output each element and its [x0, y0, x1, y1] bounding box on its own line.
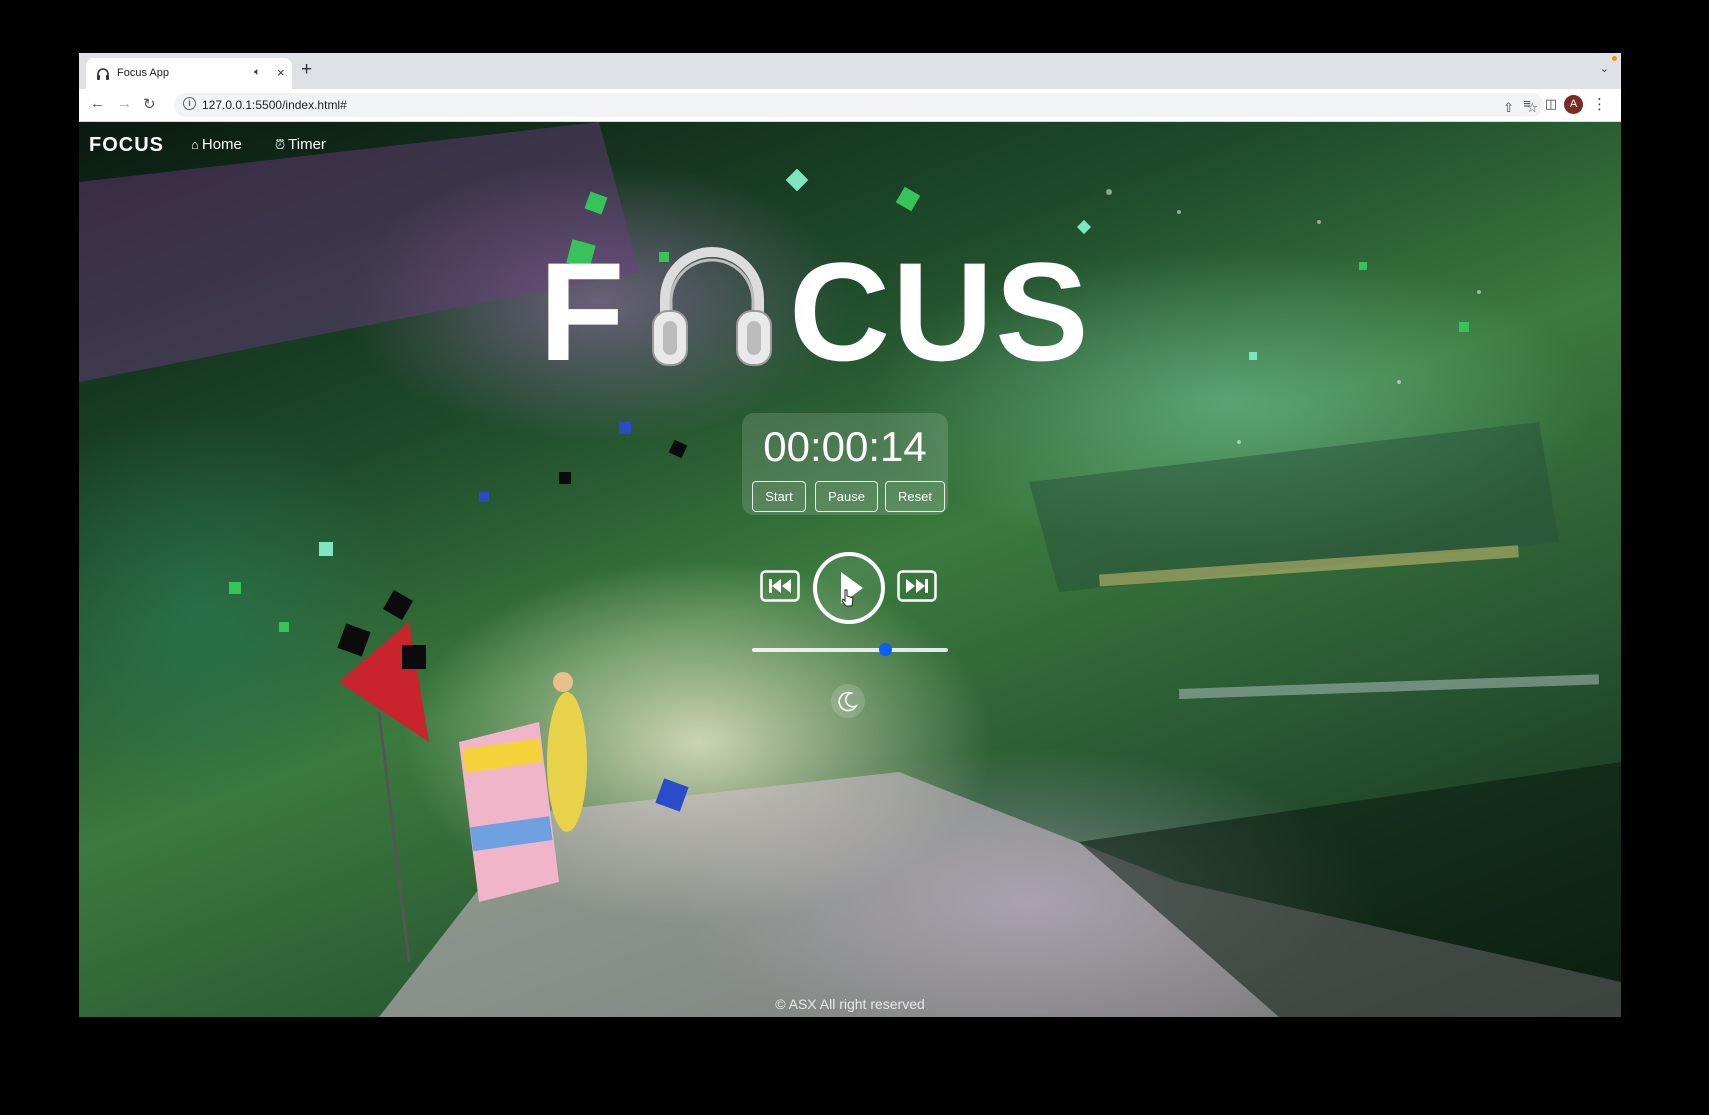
browser-window: Focus App 🔈︎ × + ⌄ ← → ↻ i 127.0.0.1:550…: [79, 53, 1621, 1017]
theme-toggle-button[interactable]: [831, 684, 865, 718]
start-button[interactable]: Start: [752, 481, 806, 512]
url-text[interactable]: 127.0.0.1:5500/index.html#: [202, 98, 347, 112]
reset-button[interactable]: Reset: [885, 481, 945, 512]
volume-slider[interactable]: [752, 643, 948, 656]
nav-home-label: Home: [201, 136, 242, 153]
reading-list-icon[interactable]: ≡: [1523, 96, 1531, 111]
timer-display: 00:00:14: [763, 423, 927, 470]
hero-letter-f: F: [539, 233, 627, 390]
share-icon[interactable]: ⇧: [1503, 100, 1514, 116]
back-arrow-icon[interactable]: ←: [90, 95, 105, 112]
address-bar[interactable]: i 127.0.0.1:5500/index.html# ⇧ ☆: [174, 93, 1544, 117]
skip-forward-button[interactable]: [897, 570, 937, 602]
browser-toolbar: ← → ↻ i 127.0.0.1:5500/index.html# ⇧ ☆ ≡…: [79, 89, 1621, 122]
timer-card: 00:00:14 Start Pause Reset: [742, 413, 948, 515]
home-icon: ⌂: [191, 137, 199, 152]
footer-copyright: © ASX All right reserved: [775, 996, 925, 1012]
page-viewport: FOCUS ⌂ Home ⏰︎ Timer F CUS 00:00:14 Start…: [79, 122, 1621, 1017]
headphones-icon: [652, 247, 772, 366]
mouse-cursor-icon: [841, 589, 854, 607]
browser-tab[interactable]: Focus App 🔈︎ ×: [86, 58, 292, 89]
nav-timer-link[interactable]: ⏰︎ Timer: [275, 136, 326, 153]
tab-strip: Focus App 🔈︎ × + ⌄: [79, 53, 1621, 89]
recording-indicator: [1612, 56, 1617, 61]
nav-home-link[interactable]: ⌂ Home: [191, 136, 242, 153]
tab-title: Focus App: [117, 67, 169, 79]
menu-kebab-icon[interactable]: ⋮: [1592, 95, 1607, 113]
skip-back-button[interactable]: [760, 570, 800, 602]
speaker-muted-icon[interactable]: 🔈︎: [254, 66, 261, 79]
nav-timer-label: Timer: [288, 136, 326, 153]
tab-close-icon[interactable]: ×: [277, 65, 285, 80]
reload-icon[interactable]: ↻: [143, 95, 156, 113]
hero-letters-cus: CUS: [789, 233, 1091, 390]
side-panel-icon[interactable]: ◫: [1545, 96, 1557, 112]
chevron-down-icon[interactable]: ⌄: [1600, 62, 1609, 75]
moon-icon: [838, 691, 859, 712]
site-info-icon[interactable]: i: [183, 97, 196, 110]
hero-logo: F CUS: [539, 233, 1179, 390]
headphones-icon: [97, 68, 109, 80]
pause-button[interactable]: Pause: [815, 481, 878, 512]
alarm-clock-icon: ⏰︎: [275, 137, 286, 152]
forward-arrow-icon[interactable]: →: [117, 95, 132, 112]
profile-avatar[interactable]: A: [1564, 95, 1583, 114]
brand-logo[interactable]: FOCUS: [89, 134, 164, 157]
new-tab-button[interactable]: +: [301, 59, 312, 81]
